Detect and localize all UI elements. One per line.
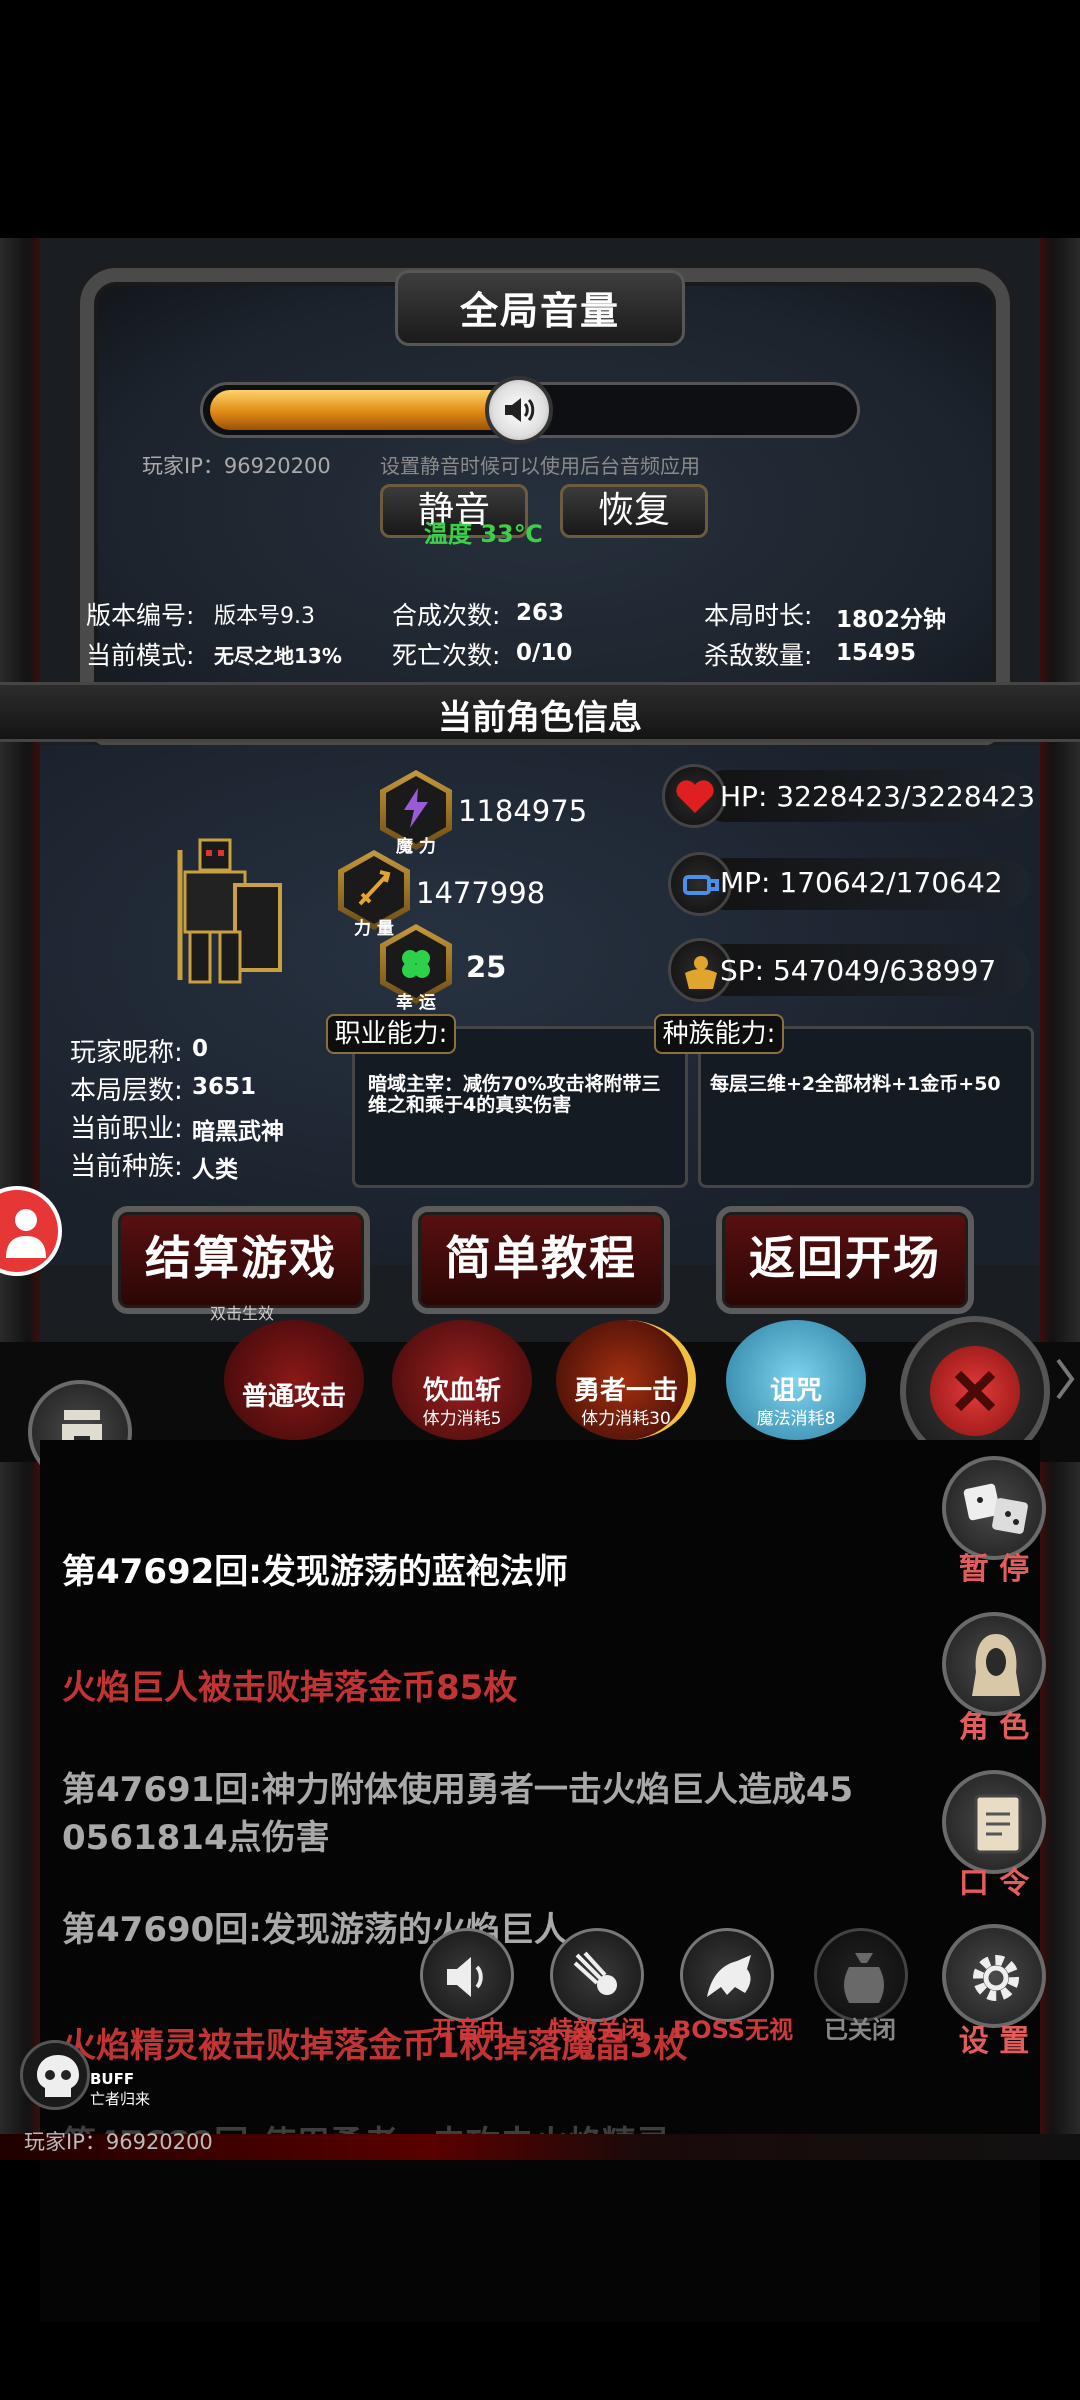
- sound-toggle-button[interactable]: [420, 1928, 514, 2022]
- buff-title: BUFF: [90, 2070, 135, 2088]
- skill-blood-slash-cost: 体力消耗5: [422, 1409, 502, 1429]
- volume-slider-fill: [210, 390, 519, 430]
- skill-hero-strike[interactable]: 勇者一击 体力消耗30: [556, 1320, 696, 1440]
- log-line: 火焰巨人被击败掉落金币85枚: [62, 1668, 518, 1708]
- death-label: 死亡次数:: [392, 641, 501, 670]
- strength-value: 1477998: [416, 876, 546, 910]
- speaker-icon: [505, 398, 535, 422]
- chevron-right-icon[interactable]: [1054, 1356, 1076, 1402]
- settings-button[interactable]: [942, 1924, 1046, 2028]
- nickname-label: 玩家昵称:: [70, 1038, 183, 1068]
- player-ip-top: 玩家IP：96920200: [142, 454, 331, 478]
- meteor-icon: [573, 1951, 617, 1995]
- pause-label: 暂 停: [958, 1552, 1030, 1587]
- race-ability-text: 每层三维+2全部材料+1金币+50: [710, 1073, 1001, 1095]
- log-line: 0561814点伤害: [62, 1818, 330, 1858]
- luck-label: 幸 运: [396, 993, 436, 1013]
- merge-value: 263: [516, 600, 565, 626]
- skill-curse-cost: 魔法消耗8: [756, 1409, 836, 1429]
- dark-warrior-sprite: [177, 838, 282, 984]
- skill-blood-slash-label: 饮血斩: [422, 1376, 501, 1406]
- skill-curse[interactable]: 诅咒 魔法消耗8: [726, 1320, 866, 1440]
- heart-icon: [662, 764, 726, 828]
- effects-toggle-label: 特效关闭: [549, 2016, 645, 2044]
- character-section-title: 当前角色信息: [438, 698, 642, 738]
- kills-label: 杀敌数量:: [704, 641, 813, 670]
- luck-value: 25: [466, 950, 507, 984]
- role-button[interactable]: [942, 1612, 1046, 1716]
- log-line: 第47692回:发现游荡的蓝袍法师: [62, 1552, 568, 1592]
- dragon-icon: [707, 1955, 751, 1997]
- magic-value: 1184975: [458, 794, 588, 828]
- race-label: 当前种族:: [70, 1152, 183, 1182]
- sound-toggle-label: 开音中: [432, 2016, 504, 2044]
- volume-slider-knob[interactable]: [485, 376, 553, 444]
- mode-label: 当前模式:: [86, 641, 195, 670]
- class-ability-tag: 职业能力:: [326, 1014, 456, 1054]
- bag-icon: [844, 1953, 884, 2003]
- nickname-value: 0: [192, 1036, 209, 1062]
- duration-label: 本局时长:: [704, 601, 813, 630]
- role-label: 角 色: [958, 1710, 1030, 1745]
- duration-value: 1802分钟: [836, 607, 947, 633]
- class-ability-text: 暗域主宰：减伤70%攻击将附带三维之和乘于4的真实伤害: [368, 1073, 661, 1116]
- kills-value: 15495: [836, 640, 917, 666]
- hooded-figure-icon: [972, 1634, 1020, 1696]
- player-ip-bottom: 玩家IP：96920200: [24, 2130, 213, 2154]
- hp-text: HP: 3228423/3228423: [720, 780, 1036, 813]
- skill-curse-label: 诅咒: [769, 1376, 822, 1406]
- restore-button[interactable]: 恢复: [560, 484, 708, 538]
- book-icon: [974, 1794, 1022, 1854]
- race-ability-tag: 种族能力:: [654, 1014, 784, 1054]
- speaker-icon: [447, 1957, 483, 1997]
- gear-icon: [973, 1955, 1019, 2001]
- merge-label: 合成次数:: [392, 601, 501, 630]
- log-line: 第47691回:神力附体使用勇者一击火焰巨人造成45: [62, 1770, 854, 1810]
- skill-blood-slash[interactable]: 饮血斩 体力消耗5: [392, 1320, 532, 1440]
- temperature-readout: 温度 33℃: [424, 520, 543, 548]
- class-value: 暗黑武神: [192, 1119, 284, 1145]
- settle-game-button[interactable]: 结算游戏: [112, 1206, 370, 1314]
- bag-toggle-label: 已关闭: [824, 2016, 896, 2044]
- floor-value: 3651: [192, 1074, 257, 1100]
- version-label: 版本编号:: [86, 601, 195, 630]
- dice-icon: [963, 1483, 1028, 1534]
- skull-icon: [37, 2055, 79, 2097]
- mp-text: MP: 170642/170642: [720, 866, 1003, 899]
- race-value: 人类: [192, 1157, 238, 1183]
- skill-hero-strike-cost: 体力消耗30: [581, 1409, 671, 1429]
- strength-label: 力 量: [354, 919, 394, 939]
- version-value: 版本号9.3: [214, 604, 315, 629]
- floor-label: 本局层数:: [70, 1076, 183, 1106]
- volume-title: 全局音量: [459, 289, 620, 333]
- mute-hint: 设置静音时候可以使用后台音频应用: [380, 454, 700, 478]
- buff-name: 亡者归来: [90, 2090, 151, 2108]
- mode-value: 无尽之地13%: [214, 644, 342, 668]
- password-label: 口 令: [958, 1866, 1030, 1901]
- magic-label: 魔 力: [396, 837, 436, 857]
- settings-label: 设 置: [958, 2024, 1030, 2059]
- tutorial-button[interactable]: 简单教程: [412, 1206, 670, 1314]
- death-value: 0/10: [516, 640, 573, 666]
- boss-toggle-button[interactable]: [680, 1928, 774, 2022]
- settle-hint: 双击生效: [210, 1304, 275, 1323]
- skill-hero-strike-label: 勇者一击: [573, 1376, 678, 1406]
- back-to-start-button[interactable]: 返回开场: [716, 1206, 974, 1314]
- close-icon: [954, 1370, 996, 1412]
- buff-badge[interactable]: [20, 2040, 90, 2110]
- skill-normal-attack-label: 普通攻击: [241, 1382, 346, 1412]
- bag-toggle-button[interactable]: [814, 1928, 908, 2022]
- sp-text: SP: 547049/638997: [720, 954, 997, 987]
- user-icon: [6, 1209, 46, 1258]
- class-label: 当前职业:: [70, 1114, 183, 1144]
- skill-normal-attack[interactable]: 普通攻击: [224, 1320, 364, 1440]
- effects-toggle-button[interactable]: [550, 1928, 644, 2022]
- boss-toggle-label: BOSS无视: [672, 2016, 794, 2044]
